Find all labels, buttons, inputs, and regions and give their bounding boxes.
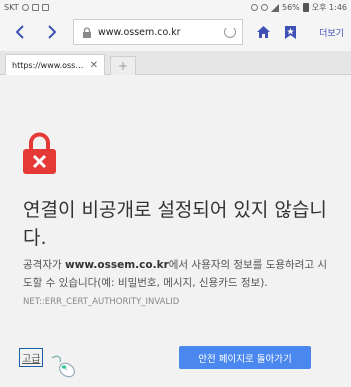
mouse-cursor-icon [50, 352, 80, 380]
tab-active[interactable]: https://www.oss… ✕ [5, 54, 105, 75]
battery-icon [302, 3, 309, 12]
status-bar: SKT 56% 오후 1:46 [0, 0, 351, 15]
url-text[interactable]: www.ossem.co.kr [98, 27, 224, 38]
new-tab-button[interactable]: + [110, 56, 136, 75]
wifi-icon [260, 4, 268, 11]
carrier-label: SKT [4, 3, 19, 12]
chevron-left-icon [15, 25, 24, 39]
explain-domain: www.ossem.co.kr [64, 259, 169, 271]
sync-icon [21, 4, 29, 11]
forward-button[interactable] [41, 21, 63, 43]
status-right: 56% 오후 1:46 [250, 2, 347, 13]
home-icon [256, 26, 270, 38]
address-bar[interactable]: www.ossem.co.kr [73, 19, 243, 45]
home-button[interactable] [252, 21, 274, 43]
close-tab-icon[interactable]: ✕ [90, 60, 98, 71]
chevron-right-icon [48, 25, 57, 39]
more-menu-button[interactable]: 더보기 [319, 26, 344, 39]
bookmark-button[interactable] [279, 21, 301, 43]
error-code[interactable]: NET::ERR_CERT_AUTHORITY_INVALID [23, 297, 179, 307]
broken-lock-icon [23, 132, 56, 174]
status-left: SKT [4, 3, 49, 12]
tab-strip: https://www.oss… ✕ + [0, 51, 351, 75]
browser-toolbar: www.ossem.co.kr 더보기 [0, 15, 351, 51]
tab-title[interactable]: https://www.oss… [12, 61, 90, 70]
error-explanation: 공격자가 www.ossem.co.kr에서 사용자의 정보를 도용하려고 시도… [23, 256, 333, 311]
bookmark-icon [284, 25, 296, 39]
reload-icon[interactable] [224, 26, 236, 38]
error-heading: 연결이 비공개로 설정되어 있지 않습니다. [23, 199, 327, 249]
image-icon [41, 4, 49, 11]
alarm-icon [250, 4, 258, 11]
notification-icon [31, 4, 39, 11]
signal-icon [270, 3, 279, 12]
advanced-button[interactable]: 고급 [19, 348, 44, 367]
lock-warning-icon[interactable] [82, 23, 92, 42]
explain-prefix: 공격자가 [23, 259, 65, 271]
clock: 오후 1:46 [311, 3, 347, 12]
back-to-safety-button[interactable]: 안전 페이지로 돌아가기 [179, 346, 311, 369]
battery-percent: 56% [281, 3, 300, 12]
back-button[interactable] [9, 21, 31, 43]
